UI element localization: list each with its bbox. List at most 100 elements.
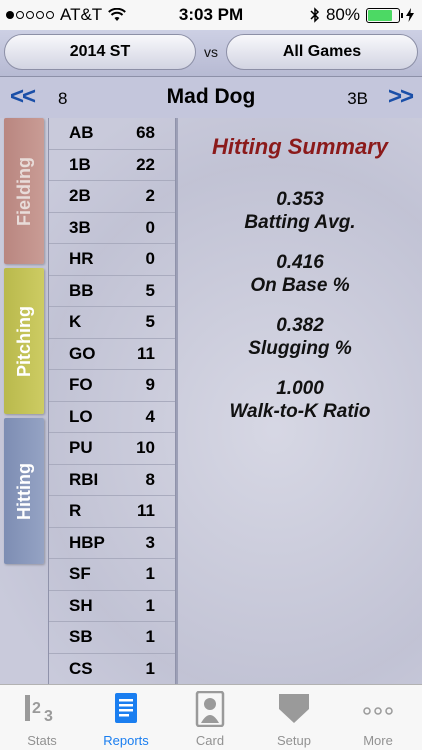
stat-value: 10	[136, 438, 155, 458]
tab-pitching[interactable]: Pitching	[4, 268, 44, 414]
stat-row: K5	[49, 307, 175, 339]
stat-label: 2B	[69, 186, 91, 206]
stat-label: RBI	[69, 469, 99, 489]
stat-label: CS	[69, 658, 93, 678]
stat-value: 2	[145, 186, 155, 206]
metric-value: 0.382	[276, 315, 324, 336]
tab-stats-label: Stats	[27, 733, 57, 748]
stat-label: HR	[69, 249, 94, 269]
stat-label: SB	[69, 627, 93, 647]
metric-label: Batting Avg.	[244, 212, 356, 233]
tab-setup[interactable]: Setup	[252, 685, 336, 750]
stat-row: AB 68	[49, 118, 175, 150]
metric-label: Walk-to-K Ratio	[229, 401, 371, 422]
stat-row: R 11	[49, 496, 175, 528]
stat-value: 3	[145, 532, 155, 552]
stat-value: 68	[136, 123, 155, 143]
comparison-selector: 2014 ST vs All Games	[0, 30, 422, 76]
stat-label: 3B	[69, 217, 91, 237]
stat-value: 5	[145, 280, 155, 300]
stat-row: 1B 22	[49, 150, 175, 181]
stat-value: 5	[145, 312, 155, 332]
reports-doc-icon	[115, 693, 137, 723]
batting-avg-metric: 0.353 Batting Avg.	[178, 188, 422, 234]
tab-card[interactable]: Card	[168, 685, 252, 750]
metric-label: On Base %	[250, 275, 350, 296]
category-tabs: Fielding Pitching Hitting	[4, 118, 44, 568]
stat-label: 1B	[69, 154, 91, 174]
vs-label: vs	[204, 44, 218, 60]
stat-label: LO	[69, 406, 93, 426]
stat-value: 1	[145, 564, 155, 584]
report-content: Fielding Pitching Hitting AB 68 1B 22 2B 2 3B 0…	[0, 118, 422, 685]
stat-row: PU 10	[49, 433, 175, 465]
stat-row: CS 1	[49, 654, 175, 685]
tab-reports[interactable]: Reports	[84, 685, 168, 750]
walk-to-k-metric: 1.000 Walk-to-K Ratio	[178, 377, 422, 423]
status-right: 80%	[310, 5, 414, 25]
stat-value: 8	[145, 469, 155, 489]
tab-reports-label: Reports	[103, 733, 149, 748]
tab-fielding[interactable]: Fielding	[4, 118, 44, 264]
player-card-icon	[195, 691, 225, 727]
stat-label: GO	[69, 343, 96, 363]
tab-more[interactable]: More	[336, 685, 420, 750]
stat-label: SH	[69, 595, 93, 615]
next-player-button[interactable]: >>	[388, 83, 414, 111]
stat-label: PU	[69, 438, 93, 458]
metric-value: 0.416	[276, 252, 324, 273]
battery-icon	[366, 7, 403, 23]
tab-hitting[interactable]: Hitting	[4, 418, 44, 564]
stat-row: HBP 3	[49, 528, 175, 559]
svg-text:3: 3	[44, 708, 53, 725]
games-filter-button[interactable]: All Games	[226, 34, 418, 70]
battery-percent: 80%	[325, 5, 360, 24]
stat-label: AB	[69, 123, 94, 143]
stat-row: SF 1	[49, 559, 175, 591]
stat-label: R	[69, 501, 82, 521]
tab-pitching-label: Pitching	[13, 305, 34, 377]
more-dots-icon	[363, 707, 393, 715]
player-header: << 8 Mad Dog 3B >>	[0, 76, 422, 118]
tab-fielding-label: Fielding	[13, 156, 34, 226]
stat-row: SH 1	[49, 591, 175, 622]
stat-value: 11	[137, 501, 155, 521]
tab-more-label: More	[363, 733, 393, 748]
tab-card-label: Card	[195, 733, 225, 748]
stat-row: BB 5	[49, 276, 175, 307]
hitting-summary-panel: Hitting Summary 0.353 Batting Avg. 0.416…	[178, 118, 422, 684]
stat-value: 0	[145, 249, 155, 269]
stat-row: 2B 2	[49, 181, 175, 213]
stat-row: GO 11	[49, 339, 175, 370]
battery-level	[368, 9, 392, 21]
stat-label: K	[69, 312, 82, 332]
stat-value: 22	[136, 154, 155, 174]
stat-value: 1	[145, 627, 155, 647]
stat-value: 4	[145, 406, 155, 426]
stat-row: RBI 8	[49, 465, 175, 496]
bluetooth-icon	[310, 7, 320, 23]
stat-label: SF	[69, 564, 91, 584]
stat-label: FO	[69, 375, 93, 395]
stat-row: SB 1	[49, 622, 175, 654]
home-plate-icon	[279, 694, 309, 723]
summary-title: Hitting Summary	[211, 134, 389, 159]
stat-value: 1	[145, 658, 155, 678]
tab-stats[interactable]: 2 3 Stats	[0, 685, 84, 750]
metric-value: 1.000	[276, 378, 324, 399]
stat-row: FO 9	[49, 370, 175, 402]
metric-value: 0.353	[276, 189, 324, 210]
bottom-tab-bar: 2 3 Stats Reports Card Setup More	[0, 684, 422, 750]
stat-row: LO 4	[49, 402, 175, 433]
battery-cap	[401, 12, 403, 18]
svg-text:2: 2	[32, 700, 41, 717]
season-select-button[interactable]: 2014 ST	[4, 34, 196, 70]
stat-label: BB	[69, 280, 94, 300]
stat-value: 11	[137, 343, 155, 363]
stats-123-icon: 2 3	[25, 695, 53, 725]
stats-table: AB 68 1B 22 2B 2 3B 0 HR 0 BB 5 K 5 GO 11 FO 9 LO 4 PU 10 RBI 8…	[48, 118, 176, 685]
tab-setup-label: Setup	[277, 733, 311, 748]
stat-row: HR 0	[49, 244, 175, 276]
slugging-metric: 0.382 Slugging %	[178, 314, 422, 360]
stat-value: 9	[145, 375, 155, 395]
